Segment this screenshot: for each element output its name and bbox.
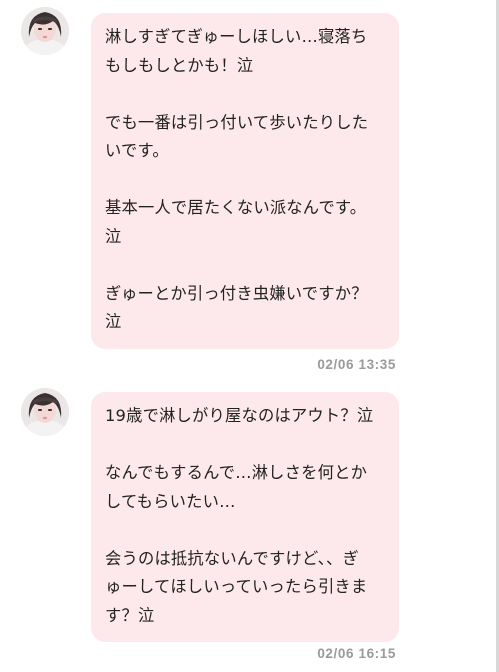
sender-avatar[interactable]: [21, 388, 69, 436]
message-timestamp: 02/06 13:35: [317, 357, 396, 372]
message-text: 19歳で淋しがり屋なのはアウト？泣: [105, 406, 374, 425]
sender-avatar[interactable]: [21, 7, 69, 55]
message-timestamp: 02/06 16:15: [317, 646, 396, 661]
message-text: でも一番は引っ付いて歩いたりした いです。: [105, 112, 369, 161]
message-text: 会うのは抵抗ないんですけど、、ぎ ゅーしてほしいっていったら引きま す？泣: [105, 548, 368, 625]
user-avatar-photo-icon: [21, 7, 69, 55]
message-text: なんでもするんで…淋しさを何とか してもらいたい…: [105, 463, 368, 511]
chat-screen: 淋しすぎてぎゅーしほしい…寝落ち もしもしとかも！泣 でも一番は引っ付いて歩いた…: [0, 0, 499, 672]
message-bubble[interactable]: 19歳で淋しがり屋なのはアウト？泣 なんでもするんで…淋しさを何とか してもらい…: [91, 392, 399, 642]
message-bubble[interactable]: 淋しすぎてぎゅーしほしい…寝落ち もしもしとかも！泣 でも一番は引っ付いて歩いた…: [91, 13, 399, 349]
message-text: 基本一人で居たくない派なんです。 泣: [105, 198, 367, 246]
message-text: ぎゅーとか引っ付き虫嫌いですか？ 泣: [105, 283, 368, 332]
user-avatar-photo-icon: [21, 388, 69, 436]
message-text: 淋しすぎてぎゅーしほしい…寝落ち もしもしとかも！泣: [105, 27, 368, 75]
